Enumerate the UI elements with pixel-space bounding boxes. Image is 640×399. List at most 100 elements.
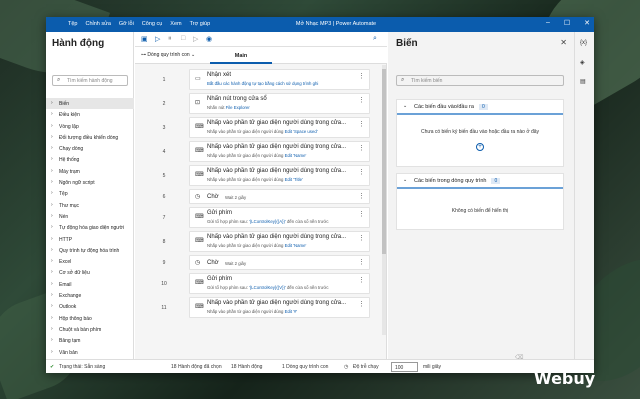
maximize-icon[interactable]: ☐: [564, 19, 570, 27]
step-card[interactable]: ⌨ Nhấp vào phần tử giao diện người dùng t…: [189, 165, 370, 186]
save-icon[interactable]: ▣: [141, 35, 148, 43]
action-category-item[interactable]: › Thư mục: [46, 200, 134, 211]
action-category-item[interactable]: › Tệp: [46, 188, 134, 199]
action-category-item[interactable]: › Văn bản: [46, 347, 134, 358]
more-options-icon[interactable]: ⋮: [358, 168, 365, 176]
menu-file[interactable]: Tệp: [68, 21, 77, 27]
chevron-right-icon: ›: [51, 179, 53, 186]
flow-step: 11 ⌨ Nhấp vào phần tử giao diện người dùng…: [135, 297, 387, 318]
action-category-item[interactable]: › Bảng tạm: [46, 335, 134, 346]
more-options-icon[interactable]: ⋮: [358, 234, 365, 242]
side-toolbar: {x} ◈ ▤: [574, 32, 594, 359]
more-options-icon[interactable]: ⋮: [358, 300, 365, 308]
scrollbar-thumb[interactable]: [382, 69, 386, 254]
close-panel-icon[interactable]: ✕: [560, 38, 567, 47]
step-number: 3: [162, 125, 166, 131]
more-options-icon[interactable]: ⋮: [358, 144, 365, 152]
step-card[interactable]: ⌨ Nhấp vào phần tử giao diện người dùng t…: [189, 297, 370, 318]
menu-debug[interactable]: Gỡ lỗi: [119, 21, 134, 27]
step-card[interactable]: ⌨ Gửi phím Gửi tổ hợp phím sau: '{LControl…: [189, 207, 370, 228]
action-category-item[interactable]: › Excel: [46, 256, 134, 267]
tab-main[interactable]: Main: [210, 47, 272, 64]
action-category-item[interactable]: › Máy trạm: [46, 166, 134, 177]
images-icon[interactable]: ▤: [580, 78, 586, 85]
step-title: Chờ: [207, 260, 219, 266]
chevron-right-icon: ›: [51, 212, 53, 219]
record-icon[interactable]: ◉: [206, 35, 212, 43]
more-options-icon[interactable]: ⋮: [358, 276, 365, 284]
chevron-right-icon: ›: [51, 303, 53, 310]
action-category-item[interactable]: › Ngôn ngữ script: [46, 177, 134, 188]
flow-step: 7 ⌨ Gửi phím Gửi tổ hợp phím sau: '{LContro…: [135, 207, 387, 228]
action-category-item[interactable]: › Outlook: [46, 301, 134, 312]
step-card[interactable]: ⌨ Nhấp vào phần tử giao diện người dùng t…: [189, 117, 370, 138]
action-category-item[interactable]: › Nén: [46, 211, 134, 222]
flow-variables-header[interactable]: ⌄ Các biến trong dòng quy trình 0: [397, 174, 563, 189]
step-description: Nhấp vào phần tử giao diện người dùng Ed…: [207, 129, 318, 134]
io-variables-header[interactable]: ⌄ Các biến đầu vào/đầu ra 0: [397, 100, 563, 115]
run-icon[interactable]: ▷: [155, 35, 160, 43]
step-number: 7: [162, 215, 166, 221]
layers-icon[interactable]: ◈: [580, 59, 585, 66]
action-category-item[interactable]: › Email: [46, 279, 134, 290]
stop-icon[interactable]: □: [181, 35, 185, 42]
delay-input[interactable]: 100: [391, 362, 418, 372]
more-options-icon[interactable]: ⋮: [358, 96, 365, 104]
action-category-label: Hộp thông báo: [59, 315, 92, 322]
step-card[interactable]: ◷ Chờ Wait 2 giây ⋮: [189, 255, 370, 270]
more-options-icon[interactable]: ⋮: [358, 72, 365, 80]
editor-scrollbar[interactable]: [382, 65, 386, 335]
editor-tabs: ⊶ Dòng quy trình con ⌄ Main: [135, 47, 387, 64]
step-title: Nhấp vào phần tử giao diện người dùng tr…: [207, 120, 347, 126]
step-title: Nhấp vào phần tử giao diện người dùng tr…: [207, 168, 347, 174]
pause-icon[interactable]: ⏸: [168, 35, 172, 43]
action-category-item[interactable]: › Tự động hóa giao diện người: [46, 222, 134, 233]
action-category-item[interactable]: › Hộp thông báo: [46, 313, 134, 324]
action-category-item[interactable]: › Chạy dòng: [46, 143, 134, 154]
step-description: Nhấp vào phần tử giao diện người dùng Ed…: [207, 153, 306, 158]
step-card[interactable]: ⌨ Nhấp vào phần tử giao diện người dùng t…: [189, 141, 370, 162]
action-category-item[interactable]: › Cơ sở dữ liệu: [46, 267, 134, 278]
action-category-item[interactable]: › Exchange: [46, 290, 134, 301]
menu-tools[interactable]: Công cụ: [142, 21, 163, 27]
step-card[interactable]: ◷ Chờ Wait 2 giây ⋮: [189, 189, 370, 204]
more-options-icon[interactable]: ⋮: [358, 120, 365, 128]
delay-value: 100: [395, 365, 404, 371]
action-category-item[interactable]: › Chuột và bàn phím: [46, 324, 134, 335]
flow-variables-label: Các biến trong dòng quy trình: [414, 178, 487, 184]
chevron-down-icon: ⌄: [403, 177, 408, 183]
step-card[interactable]: ⌨ Nhấp vào phần tử giao diện người dùng t…: [189, 231, 370, 252]
editor-search-icon[interactable]: ⌕: [373, 35, 377, 43]
step-card[interactable]: ▭ Nhận xét Bắt đầu các hành động tự tạo bằ…: [189, 69, 370, 90]
menu-help[interactable]: Trợ giúp: [190, 21, 211, 27]
add-variable-icon[interactable]: +: [476, 143, 484, 151]
step-title: Nhấp vào phần tử giao diện người dùng tr…: [207, 234, 347, 240]
subflows-dropdown[interactable]: ⊶ Dòng quy trình con ⌄: [141, 52, 195, 58]
action-category-label: Hệ thống: [59, 157, 80, 164]
step-icon[interactable]: ▷: [193, 35, 198, 43]
menu-edit[interactable]: Chỉnh sửa: [85, 21, 110, 27]
actions-search-input[interactable]: ⌕ Tìm kiếm hành động: [52, 75, 128, 86]
action-category-item[interactable]: › Vòng lặp: [46, 121, 134, 132]
step-card[interactable]: ⊡ Nhấn nút trong cửa sổ Nhấn nút File Expl…: [189, 93, 370, 114]
variables-search-input[interactable]: ⌕ Tìm kiếm biến: [396, 75, 564, 86]
action-category-item[interactable]: › Điều kiện: [46, 109, 134, 120]
action-category-item[interactable]: › Biến: [46, 98, 134, 110]
clock-icon: ◷: [195, 194, 201, 200]
chevron-right-icon: ›: [51, 122, 53, 129]
actions-search-placeholder: Tìm kiếm hành động: [67, 78, 113, 84]
step-description: Nhấp vào phần tử giao diện người dùng Ed…: [207, 243, 306, 248]
more-options-icon[interactable]: ⋮: [358, 210, 365, 218]
minimize-icon[interactable]: –: [546, 19, 550, 27]
step-number: 6: [162, 194, 166, 200]
menu-view[interactable]: Xem: [170, 21, 181, 27]
step-card[interactable]: ⌨ Gửi phím Gửi tổ hợp phím sau: '{LControl…: [189, 273, 370, 294]
action-category-item[interactable]: › Hệ thống: [46, 154, 134, 165]
more-options-icon[interactable]: ⋮: [358, 192, 365, 200]
variables-icon[interactable]: {x}: [580, 40, 587, 46]
close-icon[interactable]: ✕: [584, 19, 590, 27]
action-category-item[interactable]: › HTTP: [46, 234, 134, 245]
action-category-item[interactable]: › Quy trình tự động hóa trình: [46, 245, 134, 256]
more-options-icon[interactable]: ⋮: [358, 258, 365, 266]
action-category-item[interactable]: › Đối tượng điều khiển dòng: [46, 132, 134, 143]
